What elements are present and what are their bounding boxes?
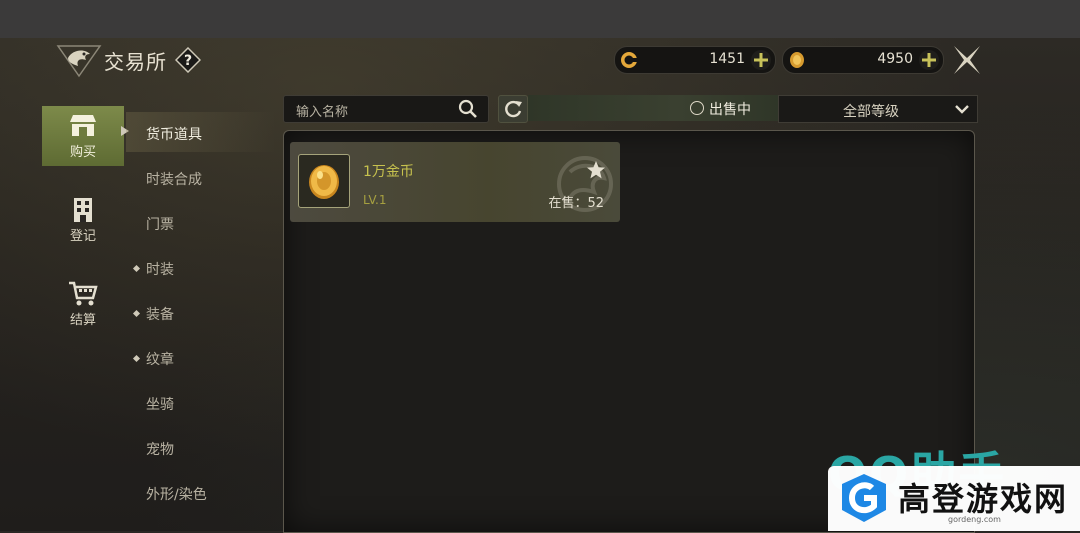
site-url: gordeng.com xyxy=(948,515,1001,524)
level-filter-dropdown[interactable]: 全部等级 xyxy=(778,95,978,123)
currency-value-1: 1451 xyxy=(709,51,745,67)
category-appearance-dye[interactable]: 外形/染色 xyxy=(126,472,276,512)
category-label: 门票 xyxy=(146,217,174,233)
svg-text:?: ? xyxy=(184,53,192,69)
on-sale-radio[interactable] xyxy=(690,101,704,115)
category-fashion-synthesis[interactable]: 时装合成 xyxy=(126,157,276,197)
coin-ring-icon xyxy=(619,50,639,70)
building-icon xyxy=(74,198,92,222)
sidebar-item-label: 购买 xyxy=(69,145,96,160)
top-system-bar xyxy=(0,0,1080,38)
expand-dot-icon xyxy=(132,264,141,273)
category-label: 时装合成 xyxy=(146,172,202,188)
currency-value-2: 4950 xyxy=(877,51,913,67)
search-icon[interactable] xyxy=(458,99,478,119)
gold-coin-icon xyxy=(298,154,350,208)
expand-dot-icon xyxy=(132,309,141,318)
add-currency-2-button[interactable] xyxy=(919,50,939,70)
level-filter-value: 全部等级 xyxy=(843,104,899,120)
shop-icon xyxy=(70,115,96,136)
search-placeholder: 输入名称 xyxy=(296,105,349,120)
sidebar-item-label: 结算 xyxy=(69,313,96,328)
close-icon[interactable] xyxy=(950,44,984,76)
search-input[interactable]: 输入名称 xyxy=(283,95,489,123)
item-level: LV.1 xyxy=(363,193,387,207)
page-title: 交易所 xyxy=(104,49,167,74)
item-name: 1万金币 xyxy=(363,164,414,180)
title-bar: 交易所 ? xyxy=(56,40,202,80)
currency-bar-1: 1451 xyxy=(614,46,776,74)
site-name: 高登游戏网 xyxy=(898,480,1069,518)
category-label: 外形/染色 xyxy=(146,487,207,503)
chevron-down-icon xyxy=(955,105,969,114)
add-currency-1-button[interactable] xyxy=(751,50,771,70)
category-pets[interactable]: 宠物 xyxy=(126,427,276,467)
dragon-emblem-icon xyxy=(56,42,102,78)
category-label: 坐骑 xyxy=(146,397,174,413)
category-fashion[interactable]: 时装 xyxy=(126,247,276,287)
category-currency-items[interactable]: 货币道具 xyxy=(126,112,276,152)
site-logo-icon xyxy=(842,474,886,522)
category-tickets[interactable]: 门票 xyxy=(126,202,276,242)
category-label: 宠物 xyxy=(146,442,174,458)
item-card[interactable]: 1万金币 LV.1 在售：52 xyxy=(290,142,620,222)
category-label: 货币道具 xyxy=(146,127,202,143)
category-label: 装备 xyxy=(146,307,174,323)
sidebar-item-buy[interactable]: 购买 xyxy=(42,106,124,166)
sidebar-item-register[interactable]: 登记 xyxy=(42,190,124,250)
category-emblem[interactable]: 纹章 xyxy=(126,337,276,377)
sidebar-item-checkout[interactable]: 结算 xyxy=(42,274,124,334)
category-mounts[interactable]: 坐骑 xyxy=(126,382,276,422)
on-sale-label[interactable]: 出售中 xyxy=(709,99,751,119)
expand-dot-icon xyxy=(132,354,141,363)
refresh-button[interactable] xyxy=(498,95,528,123)
category-label: 纹章 xyxy=(146,352,174,368)
gold-coin-icon xyxy=(787,50,807,70)
category-equipment[interactable]: 装备 xyxy=(126,292,276,332)
refresh-icon xyxy=(505,100,522,118)
question-icon[interactable]: ? xyxy=(174,46,202,74)
cart-icon xyxy=(69,281,98,306)
sidebar: 购买 登记 结算 xyxy=(42,106,124,531)
category-label: 时装 xyxy=(146,262,174,278)
currency-bar-2: 4950 xyxy=(782,46,944,74)
dragon-watermark-icon xyxy=(557,156,613,212)
sidebar-item-label: 登记 xyxy=(69,229,96,244)
